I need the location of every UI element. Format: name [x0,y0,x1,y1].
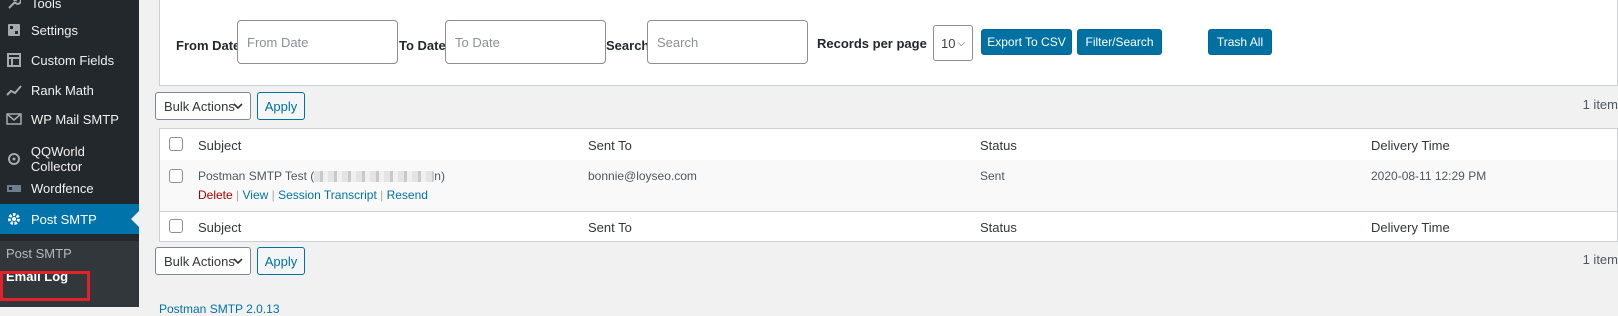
column-status-footer[interactable]: Status [980,220,1017,235]
export-csv-button[interactable]: Export To CSV [981,29,1072,55]
filter-panel: From Date To Date Search Records per pag… [159,0,1618,86]
menu-label: Rank Math [31,82,94,98]
menu-item-settings[interactable]: Settings [0,15,139,45]
submenu-post-smtp[interactable]: Post SMTP [6,246,72,261]
email-log-table: Subject Sent To Status Delivery Time Pos… [159,128,1618,242]
delete-link[interactable]: Delete [198,188,233,202]
chevron-down-icon [233,99,243,114]
filter-search-button[interactable]: Filter/Search [1077,29,1162,55]
table-footer-row: Subject Sent To Status Delivery Time [160,211,1617,242]
column-delivery-time-footer[interactable]: Delivery Time [1371,220,1450,235]
resend-link[interactable]: Resend [387,188,428,202]
custom-fields-icon [5,51,23,69]
column-sent-to[interactable]: Sent To [588,138,632,153]
to-date-input[interactable] [445,20,606,64]
trash-all-button[interactable]: Trash All [1208,29,1272,55]
bulk-actions-value: Bulk Actions [164,98,235,114]
sent-to-cell: bonnie@loyseo.com [588,169,697,183]
subject-text-end: n) [434,169,445,183]
menu-label: Post SMTP [31,211,97,227]
delivery-time-cell: 2020-08-11 12:29 PM [1371,169,1487,183]
wordfence-icon [5,179,23,197]
mail-icon [5,110,23,128]
apply-button-top[interactable]: Apply [257,92,305,120]
menu-label: WP Mail SMTP [31,111,119,127]
menu-item-rank-math[interactable]: Rank Math [0,75,139,105]
collector-icon [5,150,23,168]
bulk-actions-value: Bulk Actions [164,253,235,269]
wrench-icon [5,0,23,12]
settings-icon [5,21,23,39]
menu-item-wp-mail-smtp[interactable]: WP Mail SMTP [0,104,139,134]
column-subject-footer[interactable]: Subject [198,220,241,235]
rank-math-icon [5,81,23,99]
to-date-label: To Date [399,38,446,53]
chevron-down-icon [233,254,243,269]
bulk-actions-select-top[interactable]: Bulk Actions [155,92,251,120]
menu-label: Wordfence [31,180,94,196]
column-subject[interactable]: Subject [198,138,241,153]
search-label: Search [606,38,650,53]
redacted-text [314,171,435,183]
gear-icon [5,210,23,228]
from-date-label: From Date [176,38,241,53]
column-sent-to-footer[interactable]: Sent To [588,220,632,235]
current-menu-arrow [131,211,139,227]
menu-label: Custom Fields [31,52,115,68]
apply-button-bottom[interactable]: Apply [257,247,305,275]
main-content: From Date To Date Search Records per pag… [139,0,1618,316]
select-all-checkbox[interactable] [169,137,183,151]
menu-item-post-smtp[interactable]: Post SMTP [0,204,139,234]
admin-sidebar: Tools Settings Custom Fields Rank Math W… [0,0,139,307]
menu-item-wordfence[interactable]: Wordfence [0,173,139,203]
records-per-page-label: Records per page [817,36,927,51]
highlight-box [0,271,90,301]
chevron-down-icon: ⌵ [957,37,966,49]
row-checkbox[interactable] [169,169,183,183]
records-per-page-select[interactable]: 10 ⌵ [933,25,973,61]
bulk-actions-select-bottom[interactable]: Bulk Actions [155,247,251,275]
row-actions: Delete | View | Session Transcript | Res… [198,188,428,202]
search-input[interactable] [647,20,808,64]
records-value: 10 [941,35,956,51]
subject-cell: Postman SMTP Test ( n) [198,169,445,183]
items-count-bottom: 1 item [1582,252,1618,267]
column-delivery-time[interactable]: Delivery Time [1371,138,1450,153]
table-header-row: Subject Sent To Status Delivery Time [160,129,1617,161]
view-link[interactable]: View [242,188,268,202]
subject-text: Postman SMTP Test ( [198,169,315,183]
table-row: Postman SMTP Test ( n) Delete | View | Se… [160,160,1617,211]
menu-label: QQWorld Collector [30,144,85,174]
menu-item-qqworld-collector[interactable]: QQWorld Collector [0,144,139,174]
from-date-input[interactable] [237,20,398,64]
menu-item-custom-fields[interactable]: Custom Fields [0,45,139,75]
select-all-checkbox-footer[interactable] [169,219,183,233]
status-cell: Sent [980,169,1005,183]
session-transcript-link[interactable]: Session Transcript [278,188,377,202]
items-count-top: 1 item [1582,97,1618,112]
column-status[interactable]: Status [980,138,1017,153]
menu-label: Tools [31,0,62,11]
menu-label: Settings [31,22,78,38]
plugin-version-link[interactable]: Postman SMTP 2.0.13 [159,302,280,316]
